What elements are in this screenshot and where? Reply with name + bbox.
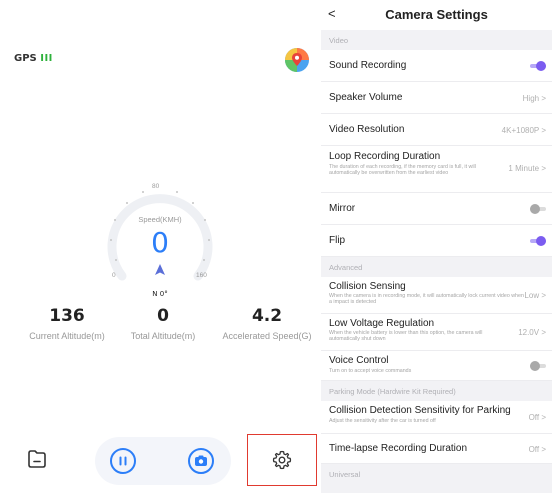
setting-low-voltage[interactable]: Low Voltage Regulation When the vehicle … bbox=[321, 314, 552, 351]
stat-value: 0 bbox=[157, 306, 169, 326]
gps-status: GPS III bbox=[14, 53, 53, 64]
section-parking-mode: Parking Mode (Hardwire Kit Required) bbox=[329, 387, 456, 396]
camera-settings-panel: < Camera Settings Video Sound Recording … bbox=[321, 0, 552, 493]
section-advanced: Advanced bbox=[329, 263, 363, 272]
low-voltage-value: 12.0V > bbox=[518, 328, 546, 337]
speaker-volume-value: High > bbox=[522, 94, 546, 103]
setting-mirror[interactable]: Mirror bbox=[321, 193, 552, 225]
speed-unit-label: Speed(KMH) bbox=[138, 215, 182, 224]
record-controls bbox=[95, 437, 231, 485]
setting-sound-recording[interactable]: Sound Recording bbox=[321, 50, 552, 82]
setting-label: Speaker Volume bbox=[329, 92, 403, 103]
gauge-tick-0: 0 bbox=[112, 272, 116, 279]
gauge-tick-80: 80 bbox=[152, 183, 160, 190]
pause-icon bbox=[119, 456, 127, 466]
setting-description: Adjust the sensitivity after the car is … bbox=[329, 418, 436, 424]
flip-toggle[interactable] bbox=[530, 236, 546, 246]
stat-accelerated-speed: 4.2 Accelerated Speed(G) bbox=[212, 306, 322, 341]
gauge-tick-160: 160 bbox=[196, 272, 207, 279]
voice-control-toggle[interactable] bbox=[530, 361, 546, 371]
setting-flip[interactable]: Flip bbox=[321, 225, 552, 257]
mirror-toggle[interactable] bbox=[530, 204, 546, 214]
snapshot-button[interactable] bbox=[188, 448, 214, 474]
collision-sensing-value: Low > bbox=[524, 291, 546, 300]
settings-button[interactable] bbox=[247, 434, 317, 486]
setting-label: Video Resolution bbox=[329, 124, 405, 135]
settings-header: < Camera Settings bbox=[321, 0, 552, 30]
stat-label: Total Altitude(m) bbox=[130, 331, 196, 341]
setting-label: Loop Recording Duration bbox=[329, 151, 441, 162]
setting-description: When the camera is in recording mode, it… bbox=[329, 293, 524, 306]
section-video: Video bbox=[329, 36, 349, 45]
timelapse-value: Off > bbox=[528, 445, 546, 454]
setting-description: The duration of each recording, if the m… bbox=[329, 164, 476, 177]
sound-recording-toggle[interactable] bbox=[530, 61, 546, 71]
setting-label: Mirror bbox=[329, 203, 356, 214]
dashboard-panel: GPS III 80 0 160 Speed(KMH) 0 N 0° 136 C… bbox=[0, 0, 320, 493]
stat-total-altitude: 0 Total Altitude(m) bbox=[103, 306, 223, 341]
gps-signal-bars: III bbox=[40, 53, 53, 64]
setting-label: Low Voltage Regulation bbox=[329, 318, 435, 329]
setting-description: When the vehicle battery is lower than t… bbox=[329, 330, 483, 343]
setting-label: Collision Detection Sensitivity for Park… bbox=[329, 405, 511, 416]
setting-label: Flip bbox=[329, 235, 346, 246]
collision-parking-value: Off > bbox=[528, 413, 546, 422]
setting-label: Sound Recording bbox=[329, 60, 407, 71]
camera-icon bbox=[195, 455, 207, 466]
bottom-toolbar bbox=[0, 430, 320, 490]
stat-value: 4.2 bbox=[251, 306, 283, 326]
stat-label: Accelerated Speed(G) bbox=[222, 331, 312, 341]
navigation-arrow-icon bbox=[155, 264, 165, 275]
setting-label: Voice Control bbox=[329, 355, 389, 366]
section-universal: Universal bbox=[329, 470, 361, 479]
gear-icon bbox=[272, 450, 292, 470]
setting-label: Time-lapse Recording Duration bbox=[329, 443, 468, 454]
map-location-icon[interactable] bbox=[284, 47, 310, 73]
setting-video-resolution[interactable]: Video Resolution 4K+1080P > bbox=[321, 114, 552, 146]
gps-label: GPS bbox=[14, 53, 37, 64]
setting-timelapse[interactable]: Time-lapse Recording Duration Off > bbox=[321, 434, 552, 464]
setting-speaker-volume[interactable]: Speaker Volume High > bbox=[321, 82, 552, 114]
speed-value: 0 bbox=[151, 226, 169, 259]
page-title: Camera Settings bbox=[385, 7, 488, 22]
setting-collision-sensing[interactable]: Collision Sensing When the camera is in … bbox=[321, 277, 552, 314]
folder-icon[interactable] bbox=[27, 450, 47, 468]
setting-label: Collision Sensing bbox=[329, 281, 406, 292]
setting-loop-recording[interactable]: Loop Recording Duration The duration of … bbox=[321, 146, 552, 193]
setting-description: Turn on to accept voice commands bbox=[329, 368, 412, 374]
compass-heading: N 0° bbox=[152, 290, 168, 298]
loop-recording-value: 1 Minute > bbox=[508, 164, 546, 173]
setting-collision-parking[interactable]: Collision Detection Sensitivity for Park… bbox=[321, 401, 552, 434]
video-resolution-value: 4K+1080P > bbox=[501, 126, 546, 135]
pause-button[interactable] bbox=[110, 448, 136, 474]
setting-voice-control[interactable]: Voice Control Turn on to accept voice co… bbox=[321, 351, 552, 381]
